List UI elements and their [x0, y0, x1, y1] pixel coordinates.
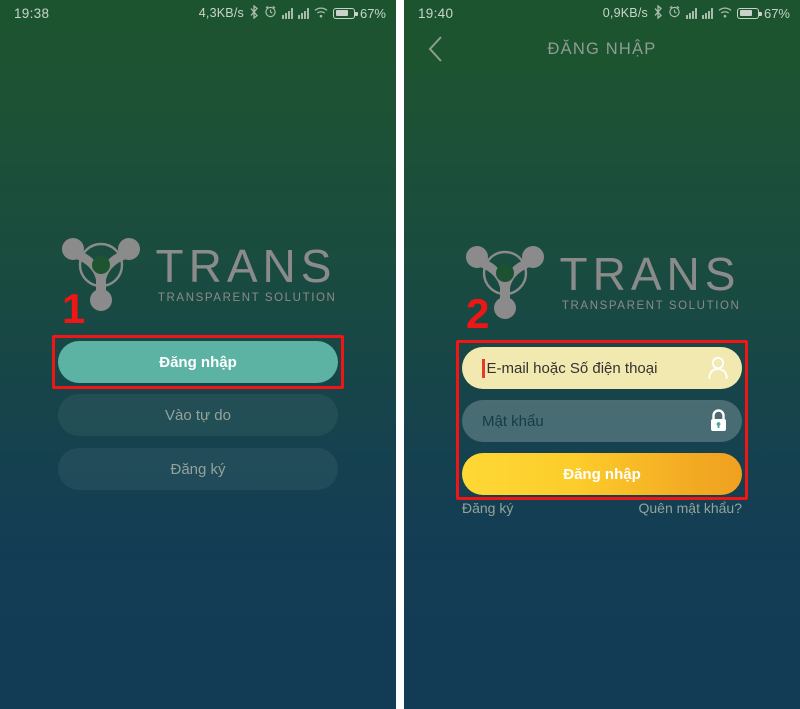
signal-icon-1 — [281, 7, 293, 19]
logo-wordmark: TRANS TRANSPARENT SOLUTION — [155, 239, 337, 305]
status-icons: 0,9KB/s 67% — [602, 4, 790, 22]
wifi-icon — [718, 6, 732, 21]
logo-brand: TRANS — [559, 247, 741, 300]
register-link[interactable]: Đăng ký — [462, 500, 513, 516]
bluetooth-icon — [653, 4, 663, 22]
signal-icon-2 — [297, 7, 309, 19]
free-access-button[interactable]: Vào tự do — [58, 394, 338, 436]
battery-icon — [736, 7, 762, 19]
logo-wordmark: TRANS TRANSPARENT SOLUTION — [559, 247, 741, 313]
register-button[interactable]: Đăng ký — [58, 448, 338, 490]
welcome-screen: 19:38 4,3KB/s 67% TRANS TRANSPARENT SOLU… — [0, 0, 396, 709]
status-icons: 4,3KB/s 67% — [198, 4, 386, 22]
network-speed: 0,9KB/s — [602, 6, 648, 20]
status-bar: 19:38 4,3KB/s 67% — [0, 0, 396, 26]
signal-icon-2 — [701, 7, 713, 19]
logo-tagline: TRANSPARENT SOLUTION — [157, 292, 337, 305]
signal-icon-1 — [685, 7, 697, 19]
panel-divider — [396, 0, 404, 709]
status-clock: 19:40 — [418, 5, 454, 21]
highlight-box-2 — [456, 340, 748, 500]
page-title: ĐĂNG NHẬP — [547, 39, 657, 58]
app-bar: ĐĂNG NHẬP — [404, 26, 800, 72]
network-speed: 4,3KB/s — [198, 6, 244, 20]
wifi-icon — [314, 6, 328, 21]
status-bar: 19:40 0,9KB/s 67% — [404, 0, 800, 26]
status-clock: 19:38 — [14, 5, 50, 21]
app-logo: TRANS TRANSPARENT SOLUTION — [404, 240, 800, 325]
forgot-password-link[interactable]: Quên mật khẩu? — [638, 500, 742, 516]
login-screen: 19:40 0,9KB/s 67% ĐĂNG NHẬP TRANS TRANSP… — [404, 0, 800, 709]
battery-percent: 67% — [763, 5, 790, 21]
alarm-icon — [668, 5, 681, 21]
logo-brand: TRANS — [155, 239, 337, 292]
screenshot-pair: 19:38 4,3KB/s 67% TRANS TRANSPARENT SOLU… — [0, 0, 800, 709]
back-chevron-icon[interactable] — [422, 35, 450, 63]
alarm-icon — [264, 5, 277, 21]
logo-tagline: TRANSPARENT SOLUTION — [561, 300, 741, 313]
app-logo: TRANS TRANSPARENT SOLUTION — [0, 232, 396, 317]
battery-icon — [332, 7, 358, 19]
battery-percent: 67% — [359, 5, 386, 21]
highlight-box-1 — [52, 335, 344, 389]
auth-links: Đăng ký Quên mật khẩu? — [462, 500, 742, 516]
bluetooth-icon — [249, 4, 259, 22]
step-marker-1: 1 — [62, 285, 86, 332]
step-marker-2: 2 — [466, 290, 490, 337]
